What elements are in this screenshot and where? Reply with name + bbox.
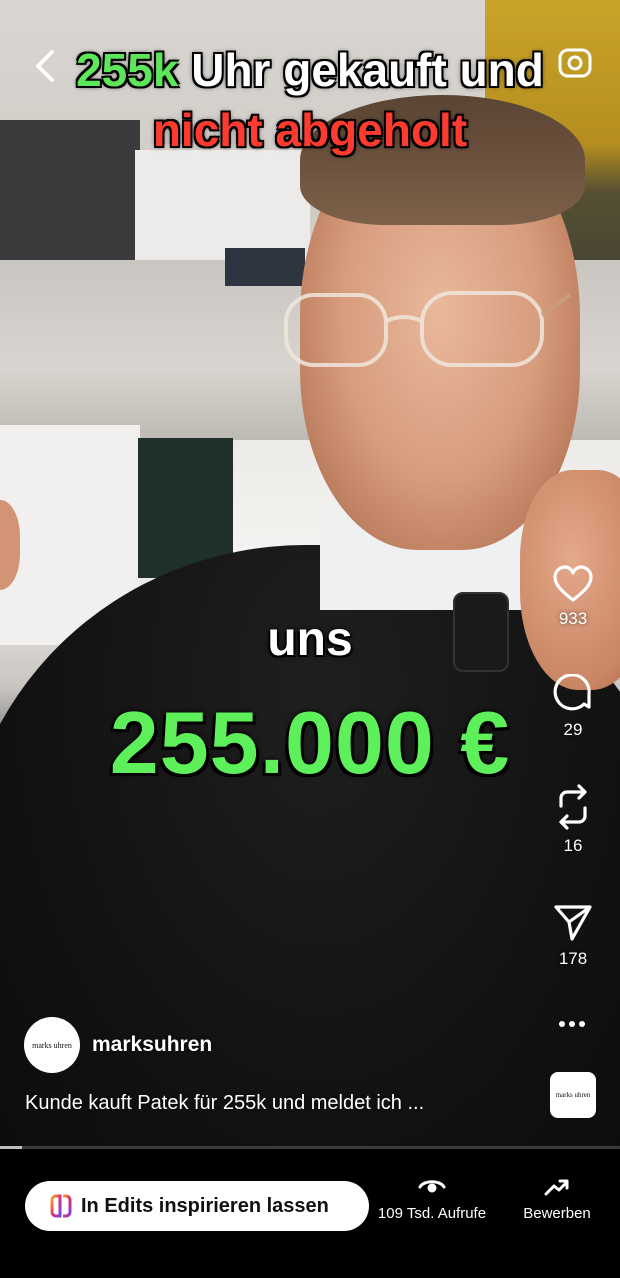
camera-icon	[558, 48, 592, 78]
like-button[interactable]: 933	[545, 565, 601, 629]
author-row[interactable]: marks uhren marksuhren	[24, 1017, 212, 1073]
bottom-bar: In Edits inspirieren lassen 109 Tsd. Auf…	[0, 1149, 620, 1278]
chevron-left-icon	[36, 50, 54, 82]
share-count: 178	[558, 949, 588, 968]
person-glasses	[284, 291, 572, 367]
views-insights-button[interactable]: 109 Tsd. Aufrufe	[370, 1177, 494, 1222]
post-description[interactable]: Kunde kauft Patek für 255k und meldet ic…	[25, 1092, 424, 1115]
repost-button[interactable]: 16	[545, 784, 601, 856]
trending-up-icon	[544, 1179, 569, 1196]
subtitle-amount: 255.000 €	[109, 693, 511, 792]
avatar-logo-text: marks uhren	[32, 1040, 72, 1050]
edits-inspire-button[interactable]: In Edits inspirieren lassen	[25, 1181, 369, 1231]
comment-button[interactable]: 29	[545, 674, 601, 740]
subtitle-small: uns	[267, 613, 353, 666]
views-label: 109 Tsd. Aufrufe	[377, 1205, 487, 1222]
edits-icon	[50, 1194, 72, 1218]
username[interactable]: marksuhren	[92, 1033, 212, 1057]
send-icon	[554, 905, 592, 941]
camera-button[interactable]	[556, 44, 594, 82]
more-options-button[interactable]	[552, 1010, 592, 1038]
heart-icon	[553, 565, 593, 602]
comment-icon	[553, 674, 591, 711]
video-title-overlay: 255k Uhr gekauft und nicht abgeholt	[0, 40, 620, 160]
audio-thumb-text: marks uhren	[555, 1091, 591, 1099]
background-box	[225, 248, 305, 286]
share-button[interactable]: 178	[545, 903, 601, 969]
more-icon	[559, 1021, 585, 1027]
title-text: Uhr gekauft und	[191, 44, 544, 96]
audio-thumbnail[interactable]: marks uhren	[550, 1072, 596, 1118]
promote-button[interactable]: Bewerben	[515, 1177, 599, 1222]
avatar[interactable]: marks uhren	[24, 1017, 80, 1073]
like-count: 933	[558, 609, 588, 628]
comment-count: 29	[563, 720, 583, 739]
back-button[interactable]	[30, 46, 64, 86]
repost-count: 16	[563, 836, 583, 855]
video-player[interactable]	[0, 0, 620, 1148]
eye-icon	[418, 1180, 446, 1193]
title-line-2: nicht abgeholt	[152, 104, 468, 156]
edits-inspire-label: In Edits inspirieren lassen	[81, 1194, 329, 1217]
promote-label: Bewerben	[523, 1205, 591, 1222]
title-highlight: 255k	[76, 44, 179, 96]
repost-icon	[559, 784, 587, 830]
